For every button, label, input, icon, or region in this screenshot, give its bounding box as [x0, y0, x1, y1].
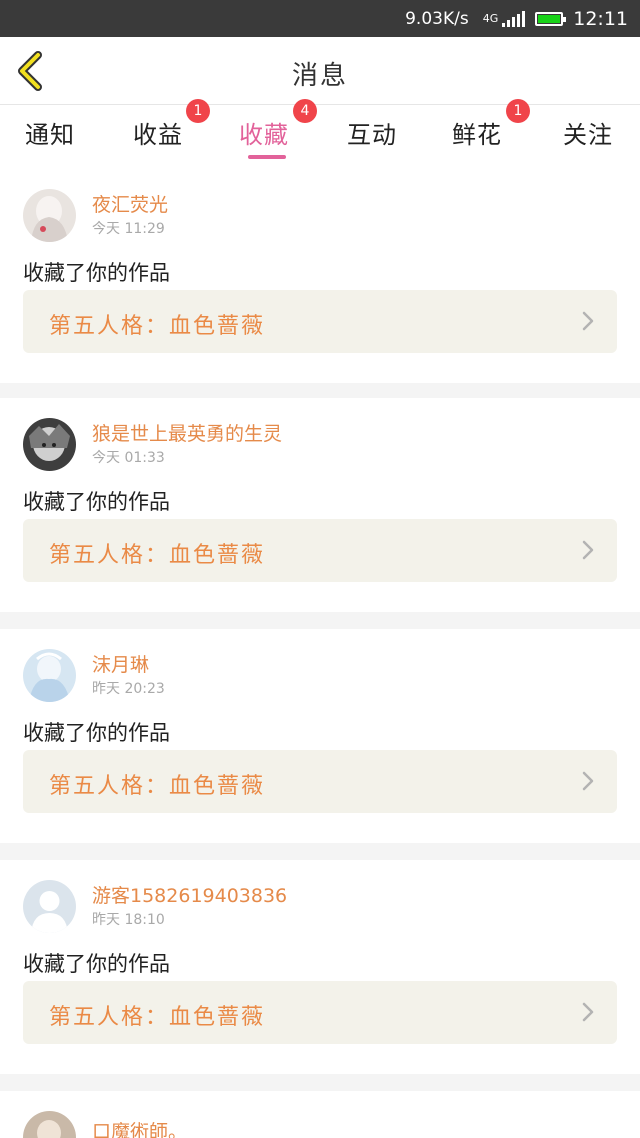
message-card: 游客1582619403836 昨天 18:10 收藏了你的作品 第五人格：血色…: [0, 860, 640, 1074]
tab-favorites[interactable]: 收藏: [239, 115, 289, 150]
work-title: 第五人格：血色蔷薇: [49, 314, 266, 339]
message-card: 狼是世上最英勇的生灵 今天 01:33 收藏了你的作品 第五人格：血色蔷薇: [0, 398, 640, 612]
signal-icon: [500, 10, 526, 27]
favorites-badge: 4: [293, 99, 317, 123]
work-title: 第五人格：血色蔷薇: [49, 543, 266, 568]
message-card: 沫月琳 昨天 20:23 收藏了你的作品 第五人格：血色蔷薇: [0, 629, 640, 843]
tab-earnings[interactable]: 收益: [133, 115, 183, 150]
chevron-right-icon: [582, 311, 594, 331]
work-link[interactable]: 第五人格：血色蔷薇: [23, 290, 617, 353]
chevron-right-icon: [582, 1002, 594, 1022]
status-bar: 9.03K/s 4G 12:11: [0, 0, 640, 37]
default-avatar-icon[interactable]: [23, 880, 76, 933]
username[interactable]: 口魔術師。: [92, 1117, 187, 1138]
action-text: 收藏了你的作品: [23, 952, 170, 976]
work-link[interactable]: 第五人格：血色蔷薇: [23, 981, 617, 1044]
username[interactable]: 沫月琳: [92, 650, 149, 677]
tab-follows[interactable]: 关注: [563, 115, 613, 150]
tab-flowers[interactable]: 鲜花: [452, 115, 502, 150]
avatar[interactable]: [23, 649, 76, 702]
timestamp: 今天 11:29: [92, 221, 165, 237]
flowers-badge: 1: [506, 99, 530, 123]
active-tab-indicator: [248, 155, 286, 159]
chevron-right-icon: [582, 771, 594, 791]
timestamp: 今天 01:33: [92, 450, 165, 466]
network-type: 4G: [482, 12, 499, 25]
tab-bar: 通知 收益 1 收藏 4 互动 鲜花 1 关注: [0, 99, 640, 169]
work-title: 第五人格：血色蔷薇: [49, 774, 266, 799]
work-title: 第五人格：血色蔷薇: [49, 1005, 266, 1030]
chevron-right-icon: [582, 540, 594, 560]
action-text: 收藏了你的作品: [23, 721, 170, 745]
timestamp: 昨天 20:23: [92, 681, 165, 697]
username[interactable]: 狼是世上最英勇的生灵: [92, 419, 282, 446]
timestamp: 昨天 18:10: [92, 912, 165, 928]
action-text: 收藏了你的作品: [23, 490, 170, 514]
earnings-badge: 1: [186, 99, 210, 123]
action-text: 收藏了你的作品: [23, 261, 170, 285]
message-card: 口魔術師。: [0, 1091, 640, 1138]
avatar[interactable]: [23, 189, 76, 242]
work-link[interactable]: 第五人格：血色蔷薇: [23, 750, 617, 813]
avatar[interactable]: [23, 1111, 76, 1138]
network-speed: 9.03K/s: [405, 8, 469, 29]
username[interactable]: 夜汇荧光: [92, 190, 168, 217]
avatar[interactable]: [23, 418, 76, 471]
page-title: 消息: [291, 61, 348, 91]
app-header: 消息: [0, 37, 640, 105]
work-link[interactable]: 第五人格：血色蔷薇: [23, 519, 617, 582]
battery-icon: [535, 11, 567, 26]
username[interactable]: 游客1582619403836: [92, 881, 287, 908]
message-card: 夜汇荧光 今天 11:29 收藏了你的作品 第五人格：血色蔷薇: [0, 169, 640, 383]
tab-interactions[interactable]: 互动: [347, 115, 397, 150]
clock: 12:11: [573, 7, 628, 30]
tab-notifications[interactable]: 通知: [25, 115, 75, 150]
